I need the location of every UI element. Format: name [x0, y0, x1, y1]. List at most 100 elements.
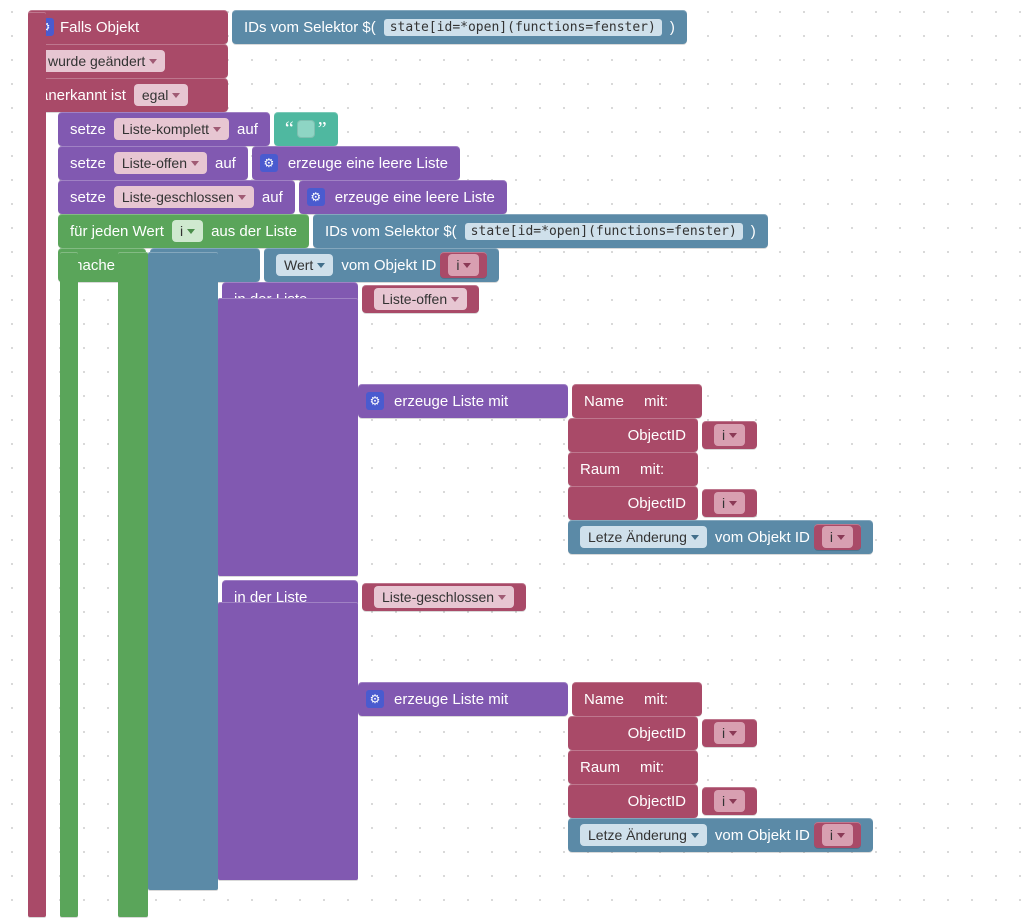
label-mit-3: mit: — [644, 691, 668, 708]
set-liste-geschlossen[interactable]: setze Liste-geschlossen auf — [58, 180, 295, 214]
label-setze-3: setze — [70, 189, 106, 206]
gear-icon[interactable]: ⚙ — [260, 154, 278, 172]
var-i-raum-else[interactable]: i — [702, 787, 757, 815]
chevron-down-icon — [691, 833, 699, 838]
var-i-name-else[interactable]: i — [702, 719, 757, 747]
quote-open: “ — [285, 118, 294, 141]
dd-i-name-else-label: i — [722, 725, 725, 741]
chevron-down-icon — [729, 501, 737, 506]
label-vom-obj-2: vom Objekt ID — [715, 827, 810, 844]
last-change-else[interactable]: Letze Änderung vom Objekt ID i — [568, 818, 873, 852]
was-changed-block[interactable]: wurde geändert — [28, 44, 228, 78]
set-liste-komplett[interactable]: setze Liste-komplett auf — [58, 112, 270, 146]
dd-i-raum-else-label: i — [722, 793, 725, 809]
cond-wert-vom-objekt[interactable]: Wert vom Objekt ID i — [264, 248, 499, 282]
dd-foreach-i[interactable]: i — [172, 220, 203, 242]
label-erzeuge-liste-1: erzeuge Liste mit — [394, 393, 508, 410]
var-i-lc-then[interactable]: i — [814, 524, 861, 550]
dd-egal[interactable]: egal — [134, 84, 188, 106]
label-mit-4: mit: — [640, 759, 664, 776]
objectid-name-then[interactable]: ObjectID — [568, 418, 698, 452]
chevron-down-icon — [498, 595, 506, 600]
label-aus-der-liste: aus der Liste — [211, 223, 297, 240]
spine-blue-if — [148, 252, 218, 890]
dd-i-raum-then-label: i — [722, 495, 725, 511]
label-mit-1: mit: — [644, 393, 668, 410]
objectid-raum-then[interactable]: ObjectID — [568, 486, 698, 520]
dd-egal-label: egal — [142, 87, 168, 103]
ack-block[interactable]: anerkannt ist egal — [28, 78, 228, 112]
gear-icon[interactable]: ⚙ — [366, 392, 384, 410]
dd-liste-komplett-label: Liste-komplett — [122, 121, 209, 137]
empty-string-literal[interactable]: “ ” — [274, 112, 338, 146]
dd-i-lc-then[interactable]: i — [822, 526, 853, 548]
target-list-geschlossen[interactable]: Liste-geschlossen — [362, 583, 526, 611]
label-auf-3: auf — [262, 189, 283, 206]
dd-was-changed[interactable]: wurde geändert — [40, 50, 165, 72]
var-i-raum-then[interactable]: i — [702, 489, 757, 517]
label-objectid-1: ObjectID — [628, 427, 686, 444]
label-objectid-3: ObjectID — [628, 725, 686, 742]
make-list-then[interactable]: ⚙ erzeuge Liste mit — [358, 384, 568, 418]
label-close-paren-2: ) — [751, 223, 756, 240]
label-objectid-4: ObjectID — [628, 793, 686, 810]
chevron-down-icon — [191, 161, 199, 166]
gear-icon[interactable]: ⚙ — [366, 690, 384, 708]
foreach-block[interactable]: für jeden Wert i aus der Liste — [58, 214, 309, 248]
label-mit-2: mit: — [640, 461, 664, 478]
dd-last-change-2[interactable]: Letze Änderung — [580, 824, 707, 846]
make-list-else[interactable]: ⚙ erzeuge Liste mit — [358, 682, 568, 716]
create-empty-list-1[interactable]: ⚙ erzeuge eine leere Liste — [252, 146, 460, 180]
dd-wert-label: Wert — [284, 257, 313, 273]
dd-liste-komplett[interactable]: Liste-komplett — [114, 118, 229, 140]
last-change-then[interactable]: Letze Änderung vom Objekt ID i — [568, 520, 873, 554]
name-mit-else[interactable]: Name mit: — [572, 682, 702, 716]
label-raum-2: Raum — [580, 759, 620, 776]
raum-mit-else[interactable]: Raum mit: — [568, 750, 698, 784]
dd-i-cond[interactable]: i — [448, 254, 479, 276]
objectid-raum-else[interactable]: ObjectID — [568, 784, 698, 818]
label-ids-selector: IDs vom Selektor $( — [244, 19, 376, 36]
name-mit-then[interactable]: Name mit: — [572, 384, 702, 418]
dd-liste-offen-var[interactable]: Liste-offen — [114, 152, 207, 174]
chevron-down-icon — [729, 799, 737, 804]
dd-target-liste-offen[interactable]: Liste-offen — [374, 288, 467, 310]
dd-i-lc-else[interactable]: i — [822, 824, 853, 846]
dd-i-raum-then[interactable]: i — [714, 492, 745, 514]
dd-i-lc-else-label: i — [830, 827, 833, 843]
label-auf-2: auf — [215, 155, 236, 172]
dd-liste-geschlossen-var[interactable]: Liste-geschlossen — [114, 186, 254, 208]
ids-selector-block-1[interactable]: IDs vom Selektor $( state[id=*open](func… — [232, 10, 687, 44]
string-blank[interactable] — [297, 120, 315, 138]
chevron-down-icon — [172, 93, 180, 98]
target-list-offen[interactable]: Liste-offen — [362, 285, 479, 313]
set-liste-offen[interactable]: setze Liste-offen auf — [58, 146, 248, 180]
label-name-1: Name — [584, 393, 624, 410]
dd-wert[interactable]: Wert — [276, 254, 333, 276]
chevron-down-icon — [238, 195, 246, 200]
dd-target-liste-offen-label: Liste-offen — [382, 291, 447, 307]
var-i-cond[interactable]: i — [440, 252, 487, 278]
trigger-if-object[interactable]: ⚙ Falls Objekt — [28, 10, 228, 44]
dd-i-name-else[interactable]: i — [714, 722, 745, 744]
spine-maroon — [28, 12, 46, 917]
dd-last-change-1[interactable]: Letze Änderung — [580, 526, 707, 548]
var-i-name-then[interactable]: i — [702, 421, 757, 449]
selector-code-1[interactable]: state[id=*open](functions=fenster) — [384, 19, 662, 36]
label-ids-selector-2: IDs vom Selektor $( — [325, 223, 457, 240]
ids-selector-block-2[interactable]: IDs vom Selektor $( state[id=*open](func… — [313, 214, 768, 248]
chevron-down-icon — [729, 731, 737, 736]
dd-last-change-1-label: Letze Änderung — [588, 529, 687, 545]
var-i-lc-else[interactable]: i — [814, 822, 861, 848]
selector-code-2[interactable]: state[id=*open](functions=fenster) — [465, 223, 743, 240]
dd-i-name-then-label: i — [722, 427, 725, 443]
dd-target-liste-geschlossen[interactable]: Liste-geschlossen — [374, 586, 514, 608]
dd-was-changed-label: wurde geändert — [48, 53, 145, 69]
objectid-name-else[interactable]: ObjectID — [568, 716, 698, 750]
gear-icon[interactable]: ⚙ — [307, 188, 325, 206]
dd-i-name-then[interactable]: i — [714, 424, 745, 446]
create-empty-list-2[interactable]: ⚙ erzeuge eine leere Liste — [299, 180, 507, 214]
chevron-down-icon — [149, 59, 157, 64]
dd-i-raum-else[interactable]: i — [714, 790, 745, 812]
raum-mit-then[interactable]: Raum mit: — [568, 452, 698, 486]
